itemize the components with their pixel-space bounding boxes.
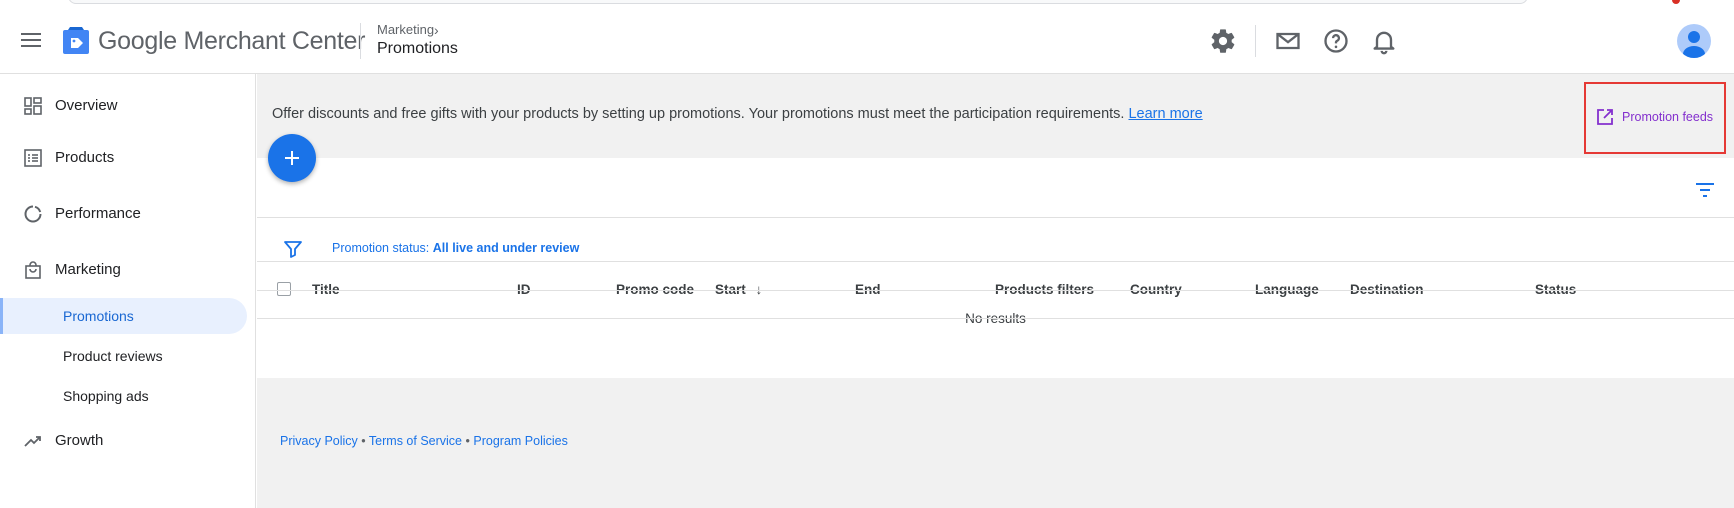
privacy-policy-link[interactable]: Privacy Policy [280,434,358,448]
address-bar[interactable] [68,0,1528,4]
browser-top-strip [0,0,1734,9]
footer-separator: • [361,434,366,448]
promotion-feeds-label: Promotion feeds [1622,110,1714,124]
add-promotion-button[interactable] [268,134,316,182]
mail-icon[interactable] [1274,27,1302,55]
gear-icon[interactable] [1209,27,1237,55]
breadcrumb-parent[interactable]: Marketing [377,22,434,37]
sidebar-subitem-shopping-ads[interactable]: Shopping ads [0,378,247,414]
sidebar-item-products[interactable]: Products [0,138,256,178]
main-menu-button[interactable] [18,29,44,53]
program-policies-link[interactable]: Program Policies [473,434,567,448]
terms-of-service-link[interactable]: Terms of Service [369,434,462,448]
merchant-center-logo-icon [63,27,89,54]
chevron-right-icon: › [434,22,439,38]
shopping-bag-icon [25,261,41,279]
promotion-status-filter-chip[interactable]: Promotion status: All live and under rev… [332,241,579,255]
app-header: Google Merchant Center Marketing › Promo… [0,9,1734,74]
footer-separator: • [465,434,470,448]
divider [257,318,1734,319]
footer-links: Privacy Policy • Terms of Service • Prog… [280,434,568,448]
divider [257,217,1734,218]
sidebar-subitem-label: Shopping ads [63,388,149,404]
promotions-banner: Offer discounts and free gifts with your… [272,106,1203,122]
donut-icon [24,205,42,223]
sidebar-item-performance[interactable]: Performance [0,194,256,234]
app-logo-text: Google Merchant Center [98,27,366,55]
divider [257,261,1734,262]
main-content: Offer discounts and free gifts with your… [257,74,1734,508]
sidebar-subitem-product-reviews[interactable]: Product reviews [0,338,247,374]
promotions-table-card: Promotion status: All live and under rev… [257,134,1734,378]
sidebar-item-growth[interactable]: Growth [0,421,256,461]
sidebar-item-marketing[interactable]: Marketing [0,250,256,290]
account-avatar[interactable] [1677,24,1711,58]
filter-label: Promotion status: [332,241,430,255]
page-title: Promotions [377,40,458,57]
promotion-feeds-link[interactable]: Promotion feeds [1584,82,1726,154]
dashboard-icon [24,97,42,115]
sidebar-item-label: Marketing [55,261,121,278]
learn-more-link[interactable]: Learn more [1128,106,1202,122]
trending-up-icon [24,436,41,447]
help-icon[interactable] [1322,27,1350,55]
sidebar-nav: Overview Products Performance Marketing … [0,74,256,508]
header-icon-divider [1255,25,1256,57]
list-icon [24,149,42,167]
filter-list-icon[interactable] [1695,182,1715,198]
sidebar-subitem-label: Promotions [63,308,134,324]
sidebar-item-label: Overview [55,97,118,114]
banner-text: Offer discounts and free gifts with your… [272,106,1125,122]
divider [257,290,1734,291]
sidebar-item-label: Products [55,149,115,166]
sidebar-subitem-label: Product reviews [63,348,163,364]
sidebar-item-overview[interactable]: Overview [0,86,256,126]
funnel-filter-icon[interactable] [283,239,303,259]
header-divider [360,23,361,59]
select-all-checkbox[interactable] [277,282,291,296]
sidebar-item-label: Performance [55,205,141,222]
sidebar-subitem-promotions[interactable]: Promotions [0,298,247,334]
bell-icon[interactable] [1370,27,1398,55]
sidebar-item-label: Growth [55,432,104,449]
open-in-new-icon [1597,109,1613,125]
filter-value: All live and under review [432,241,580,255]
notification-dot [1672,0,1680,4]
